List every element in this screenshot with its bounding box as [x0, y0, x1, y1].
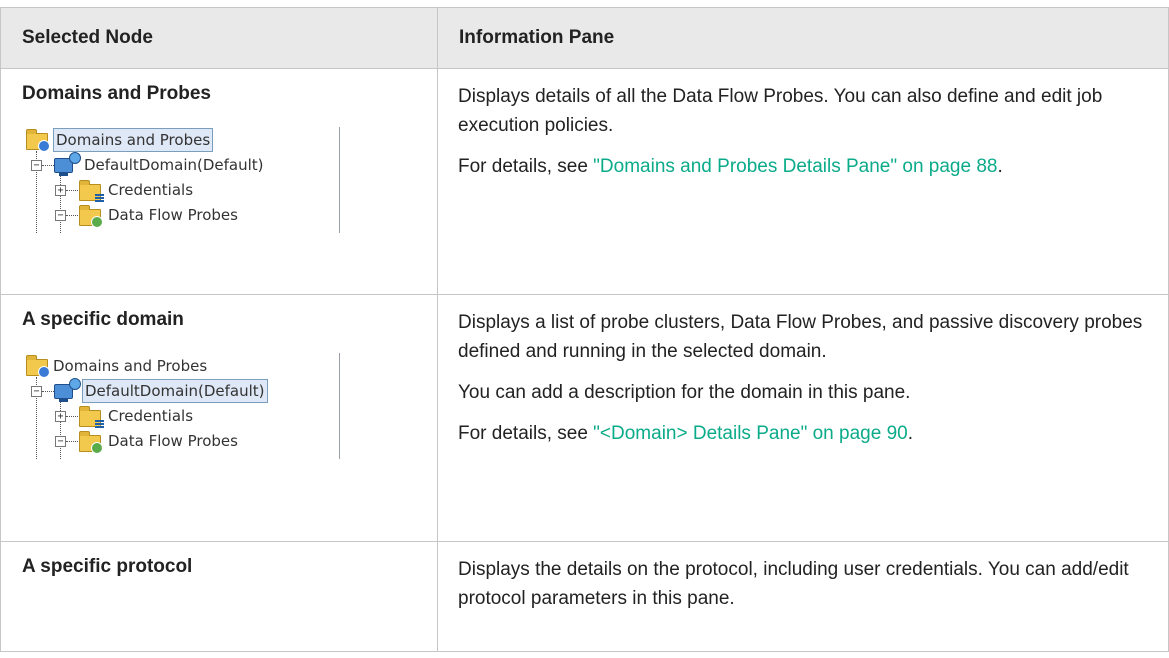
selected-node-cell: Domains and Probes Domains and Probes − …: [0, 68, 438, 295]
domain-details-link[interactable]: "<Domain> Details Pane" on page 90: [593, 423, 908, 444]
description-text: You can add a description for the domain…: [458, 382, 911, 403]
reference-prefix: For details, see: [458, 156, 594, 177]
credentials-folder-icon: [79, 406, 104, 428]
tree-label-credentials: Credentials: [108, 181, 194, 199]
probes-folder-icon: [79, 431, 103, 454]
details-reference: For details, see "<Domain> Details Pane"…: [458, 419, 1154, 448]
folder-icon: [26, 129, 50, 152]
tree-label-root: Domains and Probes: [53, 128, 214, 152]
description-text: Displays the details on the protocol, in…: [458, 559, 1129, 609]
reference-prefix: For details, see: [458, 423, 594, 444]
tree-label-root: Domains and Probes: [53, 357, 208, 375]
collapse-icon: −: [55, 436, 66, 447]
collapse-icon: −: [31, 160, 42, 171]
reference-suffix: .: [997, 156, 1003, 177]
header-information-pane: Information Pane: [437, 7, 1169, 69]
header-selected-node: Selected Node: [0, 7, 438, 69]
table-row: A specific protocol Displays the details…: [0, 541, 1169, 652]
details-reference: For details, see "Domains and Probes Det…: [458, 152, 1154, 181]
node-title: A specific domain: [22, 309, 184, 330]
folder-icon: [26, 355, 50, 378]
expand-icon: +: [55, 411, 66, 422]
selected-node-cell: A specific protocol: [0, 541, 438, 652]
tree-label-probes: Data Flow Probes: [108, 206, 238, 224]
information-pane-table: Selected Node Information Pane Domains a…: [0, 7, 1169, 652]
information-pane-cell: Displays a list of probe clusters, Data …: [437, 294, 1169, 542]
description-text: Displays a list of probe clusters, Data …: [458, 312, 1143, 362]
information-pane-cell: Displays the details on the protocol, in…: [437, 541, 1169, 652]
reference-suffix: .: [907, 423, 913, 444]
tree-label-domain: DefaultDomain(Default): [84, 156, 264, 174]
tree-thumbnail: Domains and Probes − DefaultDomain(Defau…: [22, 353, 340, 459]
node-title: A specific protocol: [22, 556, 193, 577]
tree-label-credentials: Credentials: [108, 407, 194, 425]
credentials-folder-icon: [79, 180, 104, 202]
domains-and-probes-details-link[interactable]: "Domains and Probes Details Pane" on pag…: [593, 156, 997, 177]
collapse-icon: −: [55, 210, 66, 221]
table-row: A specific domain Domains and Probes − D…: [0, 294, 1169, 542]
selected-node-cell: A specific domain Domains and Probes − D…: [0, 294, 438, 542]
tree-thumbnail: Domains and Probes − DefaultDomain(Defau…: [22, 127, 340, 233]
node-title: Domains and Probes: [22, 83, 211, 104]
tree-label-probes: Data Flow Probes: [108, 432, 238, 450]
description-text: Displays details of all the Data Flow Pr…: [458, 86, 1103, 136]
computer-globe-icon: [54, 378, 81, 402]
computer-globe-icon: [54, 152, 81, 176]
expand-icon: +: [55, 185, 66, 196]
tree-label-domain: DefaultDomain(Default): [82, 379, 268, 403]
probes-folder-icon: [79, 205, 103, 228]
table-header-row: Selected Node Information Pane: [0, 7, 1169, 69]
information-pane-cell: Displays details of all the Data Flow Pr…: [437, 68, 1169, 295]
table-row: Domains and Probes Domains and Probes − …: [0, 68, 1169, 295]
collapse-icon: −: [31, 386, 42, 397]
